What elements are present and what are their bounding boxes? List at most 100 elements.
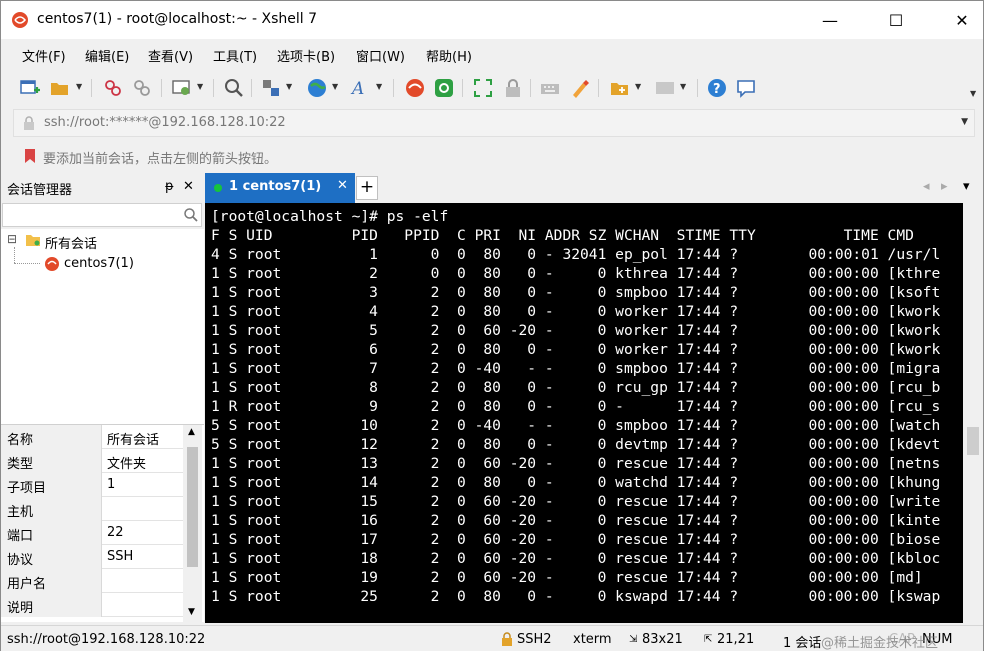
- maximize-icon: ☐: [888, 10, 904, 30]
- help-icon[interactable]: ?: [706, 77, 728, 99]
- find-icon[interactable]: [223, 77, 245, 99]
- toolbar-separator: [697, 79, 698, 97]
- property-key: 名称: [1, 425, 102, 449]
- properties-dropdown-icon[interactable]: ▼: [197, 82, 203, 91]
- tab-list-icon[interactable]: ▾: [963, 179, 970, 194]
- session-properties: 名称 所有会话 类型 文件夹 子项目 1 主机 端口 22 协议 SSH 用户名…: [1, 424, 204, 623]
- tab-close-icon[interactable]: ✕: [337, 178, 348, 193]
- tree-item-centos7[interactable]: centos7(1): [64, 256, 134, 271]
- toolbar-separator: [251, 79, 252, 97]
- tab-scroll-left-icon[interactable]: ◂: [923, 179, 930, 194]
- address-dropdown-icon[interactable]: ▼: [961, 117, 968, 127]
- tree-item-all-sessions[interactable]: 所有会话: [45, 233, 97, 252]
- address-input[interactable]: ssh://root:******@192.168.128.10:22: [44, 115, 286, 130]
- connected-status-icon: [214, 184, 222, 192]
- chat-icon[interactable]: [735, 77, 757, 99]
- menu-tools[interactable]: 工具(T): [213, 46, 257, 65]
- terminal-line: 1 S root 2 0 0 80 0 - 0 kthrea 17:44 ? 0…: [211, 265, 941, 282]
- layout-icon[interactable]: [260, 77, 282, 99]
- property-value: 1: [107, 477, 116, 492]
- tree-expander-icon[interactable]: ⊟: [7, 232, 17, 246]
- svg-text:?: ?: [713, 82, 721, 97]
- terminal-line: 1 R root 9 2 0 80 0 - 0 - 17:44 ? 00:00:…: [211, 398, 941, 415]
- properties-icon[interactable]: [171, 77, 193, 99]
- scroll-thumb[interactable]: [187, 447, 198, 567]
- terminal-line: [root@localhost ~]# ps -elf: [211, 208, 449, 225]
- open-folder-icon[interactable]: [49, 77, 71, 99]
- terminal-line: 1 S root 5 2 0 60 -20 - 0 worker 17:44 ?…: [211, 322, 941, 339]
- property-row: 协议 SSH: [1, 545, 183, 569]
- terminal-output[interactable]: [root@localhost ~]# ps -elf F S UID PID P…: [205, 203, 963, 623]
- folder-icon: [26, 235, 40, 246]
- toolbar-separator: [462, 79, 463, 97]
- watermark: @稀土掘金技术社区: [821, 636, 939, 651]
- new-folder-dropdown-icon[interactable]: ▼: [635, 82, 641, 91]
- hint-bar: 要添加当前会话，点击左侧的箭头按钮。: [13, 143, 975, 169]
- scroll-thumb[interactable]: [967, 427, 979, 455]
- menu-tabs[interactable]: 选项卡(B): [277, 46, 335, 65]
- tab-scroll-right-icon[interactable]: ▸: [941, 179, 948, 194]
- new-session-icon[interactable]: [19, 77, 41, 99]
- font-icon[interactable]: A: [350, 77, 372, 99]
- terminal-line: 5 S root 12 2 0 80 0 - 0 devtmp 17:44 ? …: [211, 436, 941, 453]
- scroll-up-icon[interactable]: ▲: [188, 427, 195, 437]
- pin-icon[interactable]: ᵽ: [165, 179, 174, 194]
- open-dropdown-icon[interactable]: ▼: [76, 82, 82, 91]
- cursor-icon: ⇱: [704, 634, 713, 645]
- tree-line: [14, 247, 15, 263]
- font-dropdown-icon[interactable]: ▼: [376, 82, 382, 91]
- new-folder-icon[interactable]: [609, 77, 631, 99]
- property-value: 文件夹: [107, 457, 147, 472]
- scroll-down-icon[interactable]: ▼: [188, 607, 195, 617]
- layout-dropdown-icon[interactable]: ▼: [286, 82, 292, 91]
- close-icon[interactable]: ✕: [183, 179, 194, 194]
- add-tab-button[interactable]: +: [356, 176, 378, 200]
- svg-text:A: A: [350, 79, 364, 99]
- plus-icon: +: [359, 177, 375, 197]
- properties-scrollbar[interactable]: ▲ ▼: [183, 425, 202, 623]
- tree-line: [14, 263, 40, 264]
- menu-view[interactable]: 查看(V): [148, 46, 193, 65]
- lock-icon: [502, 632, 512, 646]
- bookmark-arrow-icon[interactable]: [22, 148, 38, 164]
- tab-centos7[interactable]: 1 centos7(1) ✕: [205, 173, 355, 203]
- globe-icon[interactable]: [306, 77, 328, 99]
- terminal-scrollbar[interactable]: [963, 203, 983, 623]
- search-icon[interactable]: [183, 207, 199, 223]
- disconnect-icon[interactable]: [131, 77, 153, 99]
- property-value: [103, 593, 183, 617]
- highlight-icon[interactable]: [569, 77, 591, 99]
- title-bar[interactable]: centos7(1) - root@localhost:~ - Xshell 7…: [1, 1, 983, 39]
- session-search-input[interactable]: [2, 203, 202, 227]
- fullscreen-icon[interactable]: [472, 77, 494, 99]
- options-icon[interactable]: [654, 77, 676, 99]
- lock-icon[interactable]: [502, 77, 524, 99]
- menu-window[interactable]: 窗口(W): [356, 46, 405, 65]
- window-title: centos7(1) - root@localhost:~ - Xshell 7: [37, 11, 318, 27]
- keyboard-icon[interactable]: [539, 77, 561, 99]
- terminal-line: F S UID PID PPID C PRI NI ADDR SZ WCHAN …: [211, 227, 914, 244]
- session-manager-title: 会话管理器: [7, 183, 73, 198]
- property-key: 用户名: [1, 569, 102, 593]
- options-dropdown-icon[interactable]: ▼: [680, 82, 686, 91]
- terminal-line: 1 S root 15 2 0 60 -20 - 0 rescue 17:44 …: [211, 493, 941, 510]
- terminal-line: 1 S root 17 2 0 60 -20 - 0 rescue 17:44 …: [211, 531, 941, 548]
- xshell-icon[interactable]: [404, 77, 426, 99]
- maximize-button[interactable]: ☐: [873, 1, 919, 39]
- close-icon: ✕: [955, 10, 969, 30]
- minimize-button[interactable]: —: [807, 1, 853, 39]
- address-bar[interactable]: ssh://root:******@192.168.128.10:22 ▼: [13, 109, 975, 137]
- menu-file[interactable]: 文件(F): [22, 46, 66, 65]
- property-row: 子项目 1: [1, 473, 183, 497]
- xftp-icon[interactable]: [433, 77, 455, 99]
- menu-bar: 文件(F) 编辑(E) 查看(V) 工具(T) 选项卡(B) 窗口(W) 帮助(…: [1, 39, 983, 69]
- terminal-line: 1 S root 6 2 0 80 0 - 0 worker 17:44 ? 0…: [211, 341, 941, 358]
- reconnect-icon[interactable]: [102, 77, 124, 99]
- toolbar-overflow-icon[interactable]: ▼: [970, 89, 976, 98]
- toolbar-separator: [598, 79, 599, 97]
- menu-edit[interactable]: 编辑(E): [85, 46, 129, 65]
- close-button[interactable]: ✕: [939, 1, 984, 39]
- menu-help[interactable]: 帮助(H): [426, 46, 472, 65]
- property-row: 类型 文件夹: [1, 449, 183, 473]
- globe-dropdown-icon[interactable]: ▼: [332, 82, 338, 91]
